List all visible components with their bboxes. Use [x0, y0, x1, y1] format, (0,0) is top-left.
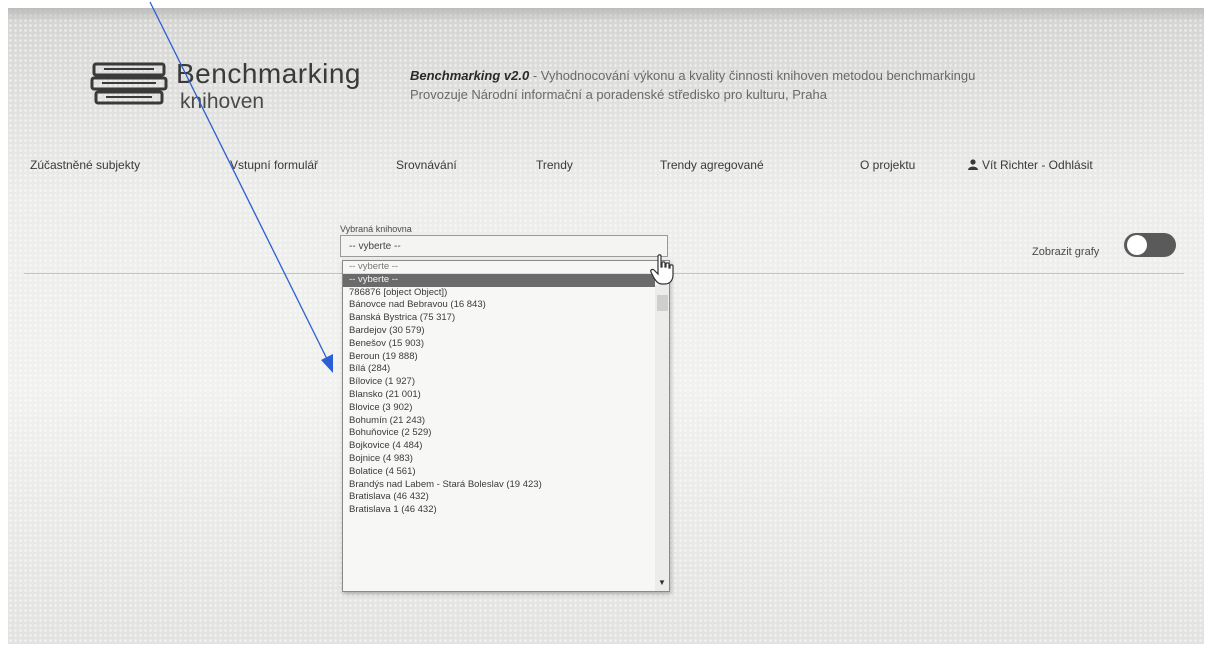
- dropdown-option[interactable]: Bratislava (46 432): [343, 491, 669, 504]
- dropdown-option[interactable]: -- vyberte --: [343, 273, 655, 287]
- nav-input-form[interactable]: Vstupní formulář: [230, 158, 318, 172]
- scroll-down-arrow-icon[interactable]: ▼: [658, 579, 666, 587]
- library-select-label: Vybraná knihovna: [340, 224, 412, 234]
- user-icon: [968, 159, 978, 170]
- nav-about[interactable]: O projektu: [860, 158, 915, 172]
- dropdown-option[interactable]: 786876 [object Object]): [343, 287, 669, 300]
- screen-photo: Benchmarking knihoven Benchmarking v2.0 …: [8, 8, 1204, 644]
- logo-title: Benchmarking: [176, 58, 361, 89]
- top-shadow: [8, 8, 1204, 22]
- toggle-knob: [1127, 235, 1147, 255]
- user-logout-label: Vít Richter - Odhlásit: [982, 158, 1093, 172]
- dropdown-option[interactable]: Brandýs nad Labem - Stará Boleslav (19 4…: [343, 479, 669, 492]
- dropdown-option[interactable]: Bojkovice (4 484): [343, 440, 669, 453]
- books-stack-icon: [90, 62, 168, 105]
- dropdown-option[interactable]: Bardejov (30 579): [343, 325, 669, 338]
- header-operator: Provozuje Národní informační a poradensk…: [410, 87, 827, 102]
- dropdown-option[interactable]: Blansko (21 001): [343, 389, 669, 402]
- nav-participants[interactable]: Zúčastněné subjekty: [30, 158, 140, 172]
- dropdown-option[interactable]: Beroun (19 888): [343, 351, 669, 364]
- dropdown-option[interactable]: Bojnice (4 983): [343, 453, 669, 466]
- app-version: Benchmarking v2.0: [410, 68, 530, 83]
- dropdown-scrollbar[interactable]: ▼: [655, 285, 669, 591]
- hand-pointer-icon: [650, 254, 674, 285]
- library-dropdown-list[interactable]: -- vyberte -- -- vyberte -- 786876 [obje…: [342, 260, 670, 592]
- show-charts-toggle[interactable]: [1124, 233, 1176, 257]
- dropdown-option[interactable]: Bohumín (21 243): [343, 415, 669, 428]
- scrollbar-thumb[interactable]: [657, 295, 668, 311]
- logo-subtitle: knihoven: [180, 90, 265, 113]
- nav-trends[interactable]: Trendy: [536, 158, 573, 172]
- nav-user-logout[interactable]: Vít Richter - Odhlásit: [968, 158, 1093, 172]
- dropdown-option[interactable]: Bohuňovice (2 529): [343, 427, 669, 440]
- main-nav: Zúčastněné subjekty Vstupní formulář Sro…: [8, 158, 1204, 182]
- dropdown-option[interactable]: Banská Bystrica (75 317): [343, 312, 669, 325]
- dropdown-option[interactable]: Bánovce nad Bebravou (16 843): [343, 299, 669, 312]
- show-charts-label: Zobrazit grafy: [1032, 246, 1100, 258]
- app-description: - Vyhodnocování výkonu a kvality činnost…: [529, 68, 976, 83]
- nav-aggregated-trends[interactable]: Trendy agregované: [660, 158, 764, 172]
- header-line-1: Benchmarking v2.0 - Vyhodnocování výkonu…: [410, 68, 1200, 83]
- dropdown-search-input[interactable]: -- vyberte --: [343, 261, 669, 274]
- dropdown-option[interactable]: Bílovice (1 927): [343, 376, 669, 389]
- dropdown-option[interactable]: Bolatice (4 561): [343, 466, 669, 479]
- site-logo[interactable]: Benchmarking knihoven: [88, 54, 388, 114]
- dropdown-option[interactable]: Blovice (3 902): [343, 402, 669, 415]
- library-select[interactable]: -- vyberte --: [340, 235, 668, 257]
- dropdown-option[interactable]: Benešov (15 903): [343, 338, 669, 351]
- dropdown-option[interactable]: Bílá (284): [343, 363, 669, 376]
- header-description: Benchmarking v2.0 - Vyhodnocování výkonu…: [410, 68, 1200, 102]
- nav-comparison[interactable]: Srovnávání: [396, 158, 457, 172]
- dropdown-option[interactable]: Bratislava 1 (46 432): [343, 504, 669, 517]
